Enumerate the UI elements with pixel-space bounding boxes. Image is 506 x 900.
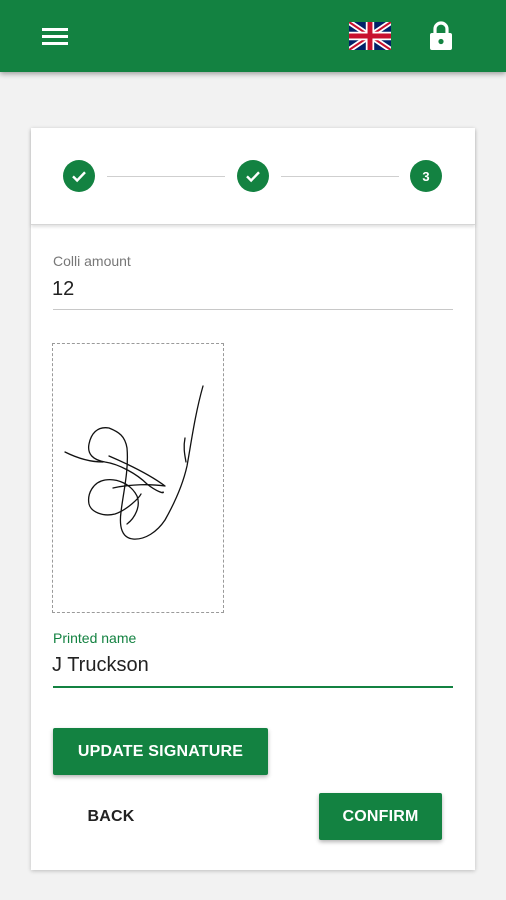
printed-name-underline [53,686,453,688]
step-2-completed [237,160,269,192]
step-3-active: 3 [410,160,442,192]
signature-drawing [64,385,204,540]
stepper: 3 [31,128,475,225]
lock-button[interactable] [424,18,458,54]
menu-button[interactable] [30,18,80,54]
step-1-completed [63,160,95,192]
check-icon [72,171,86,183]
uk-flag-icon [347,19,393,53]
back-button[interactable]: BACK [71,793,151,841]
step-3-label: 3 [422,168,430,184]
lock-icon [430,21,452,50]
colli-amount-underline [53,309,453,310]
language-button[interactable] [347,19,393,53]
step-connector [281,176,399,177]
update-signature-button[interactable]: UPDATE SIGNATURE [53,728,268,775]
confirm-button[interactable]: CONFIRM [319,793,442,840]
printed-name-label: Printed name [53,630,137,646]
colli-amount-label: Colli amount [53,253,131,269]
check-icon [246,171,260,183]
hamburger-menu-icon [42,28,68,45]
step-connector [107,176,225,177]
delivery-card: 3 Colli amount 12 Printed name J Truckso… [31,128,475,870]
signature-pad[interactable] [52,343,224,613]
app-bar [0,0,506,72]
colli-amount-input[interactable]: 12 [52,278,74,301]
printed-name-input[interactable]: J Truckson [52,654,149,677]
